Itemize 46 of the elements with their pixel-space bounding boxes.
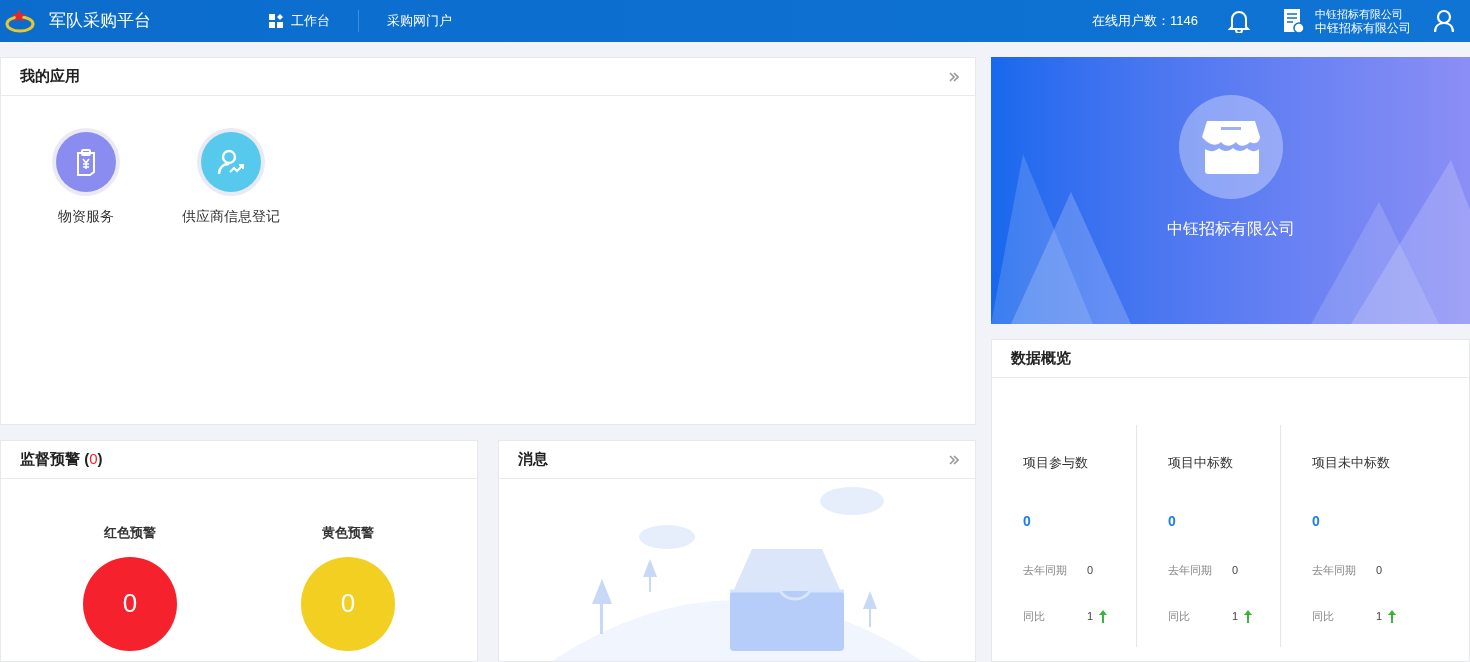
ratio-value: 1 — [1087, 609, 1094, 624]
last-year-value: 0 — [1232, 562, 1239, 578]
app-label[interactable]: 物资服务 — [58, 206, 114, 227]
last-year-value: 0 — [1376, 562, 1383, 578]
last-year-label: 去年同期 — [1312, 562, 1357, 578]
stat-value: 0 — [1312, 511, 1321, 531]
stat-label: 项目未中标数 — [1312, 454, 1391, 472]
panel-title: 数据概览 — [1011, 348, 1071, 369]
banner-company-name: 中钰招标有限公司 — [1166, 219, 1295, 239]
up-arrow-icon — [1388, 609, 1397, 623]
grid-icon — [269, 14, 283, 28]
bell-icon[interactable] — [1228, 9, 1250, 33]
warning-label: 红色预警 — [104, 524, 156, 542]
last-year-label: 去年同期 — [1023, 562, 1068, 578]
panel-title: 我的应用 — [20, 66, 80, 87]
last-year-label: 去年同期 — [1168, 562, 1213, 578]
certificate-icon — [1283, 8, 1305, 34]
stat-label: 项目中标数 — [1168, 454, 1234, 472]
company-name: 中钰招标有限公司 — [1315, 21, 1411, 35]
panel-title: 消息 — [518, 449, 548, 470]
ratio-label: 同比 — [1168, 609, 1191, 624]
stat-value: 0 — [1023, 511, 1032, 531]
up-arrow-icon — [1244, 609, 1253, 623]
online-users: 在线用户数：1146 — [1092, 12, 1198, 31]
person-chart-icon — [216, 148, 246, 176]
ratio-label: 同比 — [1312, 609, 1335, 624]
ratio-value: 1 — [1376, 609, 1383, 624]
ratio-label: 同比 — [1023, 609, 1046, 624]
nav-link[interactable]: 工作台 — [269, 11, 330, 31]
app-label[interactable]: 供应商信息登记 — [182, 206, 280, 227]
ratio-value: 1 — [1232, 609, 1239, 624]
panel-title: 监督预警 (0) — [20, 449, 103, 470]
last-year-value: 0 — [1087, 562, 1094, 578]
company-name: 中钰招标有限公司 — [1315, 7, 1404, 21]
warning-label: 黄色预警 — [322, 524, 374, 542]
stat-label: 项目参与数 — [1023, 454, 1089, 472]
emblem-logo — [5, 7, 35, 35]
up-arrow-icon — [1099, 609, 1108, 623]
clipboard-icon — [75, 148, 97, 176]
double-chevron-icon[interactable] — [949, 454, 959, 465]
double-chevron-icon[interactable] — [949, 71, 959, 82]
stat-value: 0 — [1168, 511, 1177, 531]
store-icon — [1200, 119, 1261, 175]
platform-title: 军队采购平台 — [49, 10, 151, 33]
nav-link[interactable]: 采购网门户 — [387, 11, 452, 31]
user-icon[interactable] — [1433, 9, 1455, 33]
